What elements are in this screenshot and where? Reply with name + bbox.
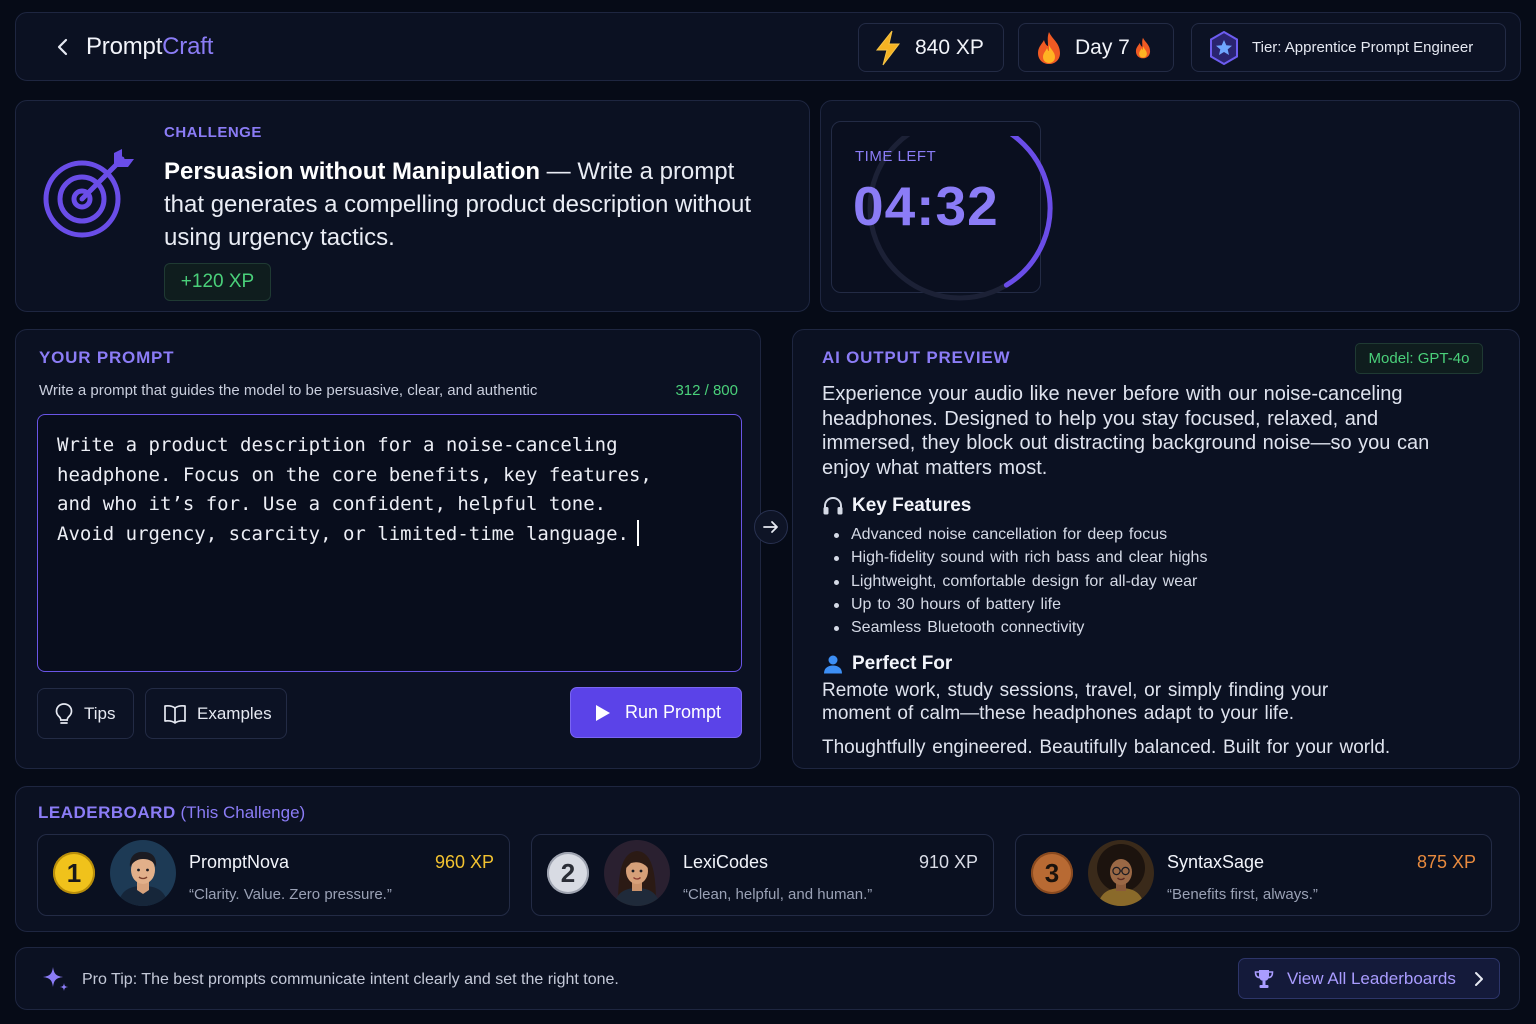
prompt-text: Write a product description for a noise-… — [57, 434, 652, 545]
timer-panel: TIME LEFT 04:32 — [820, 100, 1520, 312]
xp-badge: 840 XP — [858, 23, 1004, 72]
app-logo[interactable]: PromptCraft — [86, 33, 213, 61]
view-all-label: View All Leaderboards — [1287, 968, 1456, 988]
challenge-description: Persuasion without Manipulation — Write … — [164, 155, 774, 254]
rank-medal-silver: 2 — [547, 852, 589, 894]
leaderboard-entry[interactable]: 1 PromptNova “Clarity. Value. Zero press… — [37, 834, 510, 916]
leaderboard-panel: LEADERBOARD (This Challenge) 1 PromptNov… — [15, 786, 1520, 932]
streak-value: Day 7 — [1075, 35, 1130, 59]
leaderboard-quote: “Benefits first, always.” — [1167, 886, 1318, 903]
leaderboard-title-label: LEADERBOARD — [38, 803, 176, 822]
leaderboard-quote: “Clarity. Value. Zero pressure.” — [189, 886, 392, 903]
output-panel: AI OUTPUT PREVIEW Model: GPT-4o Experien… — [792, 329, 1520, 769]
fire-icon — [1035, 31, 1063, 65]
examples-button[interactable]: Examples — [145, 688, 287, 739]
tier-star-icon — [1208, 30, 1240, 65]
trophy-icon — [1253, 968, 1275, 990]
output-closing: Thoughtfully engineered. Beautifully bal… — [822, 737, 1391, 758]
run-prompt-label: Run Prompt — [625, 702, 722, 722]
back-icon[interactable] — [52, 35, 74, 59]
challenge-tag: CHALLENGE — [164, 124, 262, 141]
feature-item: Advanced noise cancellation for deep foc… — [834, 523, 1207, 546]
xp-reward-badge: +120 XP — [164, 263, 271, 301]
char-count: 312 / 800 — [675, 382, 738, 399]
examples-label: Examples — [197, 703, 272, 723]
leaderboard-xp: 875 XP — [1416, 852, 1476, 872]
perfect-for-heading-label: Perfect For — [852, 653, 953, 674]
streak-badge: Day 7 — [1018, 23, 1174, 72]
person-icon — [822, 654, 844, 674]
tier-label: Tier: Apprentice Prompt Engineer — [1252, 39, 1474, 56]
output-section-title: AI OUTPUT PREVIEW — [822, 348, 1011, 367]
headphones-icon — [822, 496, 844, 516]
prompt-panel: YOUR PROMPT Write a prompt that guides t… — [15, 329, 761, 769]
rank-medal-bronze: 3 — [1031, 852, 1073, 894]
lightning-icon — [873, 30, 903, 66]
timer-value: 04:32 — [853, 175, 999, 237]
tier-badge: Tier: Apprentice Prompt Engineer — [1191, 23, 1506, 72]
brand-name-part1: Prompt — [86, 33, 163, 60]
challenge-title: Persuasion without Manipulation — [164, 158, 541, 185]
timer-label: TIME LEFT — [855, 148, 937, 165]
lightbulb-icon — [54, 702, 74, 726]
prompt-textarea[interactable]: Write a product description for a noise-… — [37, 414, 742, 672]
perfect-for-heading: Perfect For — [822, 653, 952, 675]
prompt-hint: Write a prompt that guides the model to … — [39, 382, 538, 399]
rank-medal-gold: 1 — [53, 852, 95, 894]
features-heading: Key Features — [822, 495, 971, 517]
text-caret — [636, 519, 639, 546]
feature-item: High-fidelity sound with rich bass and c… — [834, 546, 1207, 569]
book-icon — [163, 703, 187, 725]
features-list: Advanced noise cancellation for deep foc… — [834, 523, 1207, 639]
send-arrow-button[interactable] — [754, 510, 788, 544]
avatar — [604, 840, 670, 906]
prompt-section-title: YOUR PROMPT — [39, 348, 175, 367]
sparkle-icon — [40, 964, 70, 999]
leaderboard-name: PromptNova — [189, 852, 290, 872]
pro-tip-text: Pro Tip: The best prompts communicate in… — [82, 971, 619, 988]
features-heading-label: Key Features — [852, 495, 972, 516]
leaderboard-title: LEADERBOARD (This Challenge) — [38, 803, 305, 823]
leaderboard-name: SyntaxSage — [1167, 852, 1265, 872]
feature-item: Up to 30 hours of battery life — [834, 593, 1207, 616]
pro-tip-bar: Pro Tip: The best prompts communicate in… — [15, 947, 1520, 1010]
avatar — [110, 840, 176, 906]
top-bar: PromptCraft 840 XP Day 7 Tier: Apprentic… — [15, 12, 1521, 81]
feature-item: Seamless Bluetooth connectivity — [834, 616, 1207, 639]
leaderboard-name: LexiCodes — [683, 852, 769, 872]
feature-item: Lightweight, comfortable design for all-… — [834, 570, 1207, 593]
arrow-right-icon — [762, 519, 780, 535]
play-icon — [595, 704, 611, 722]
challenge-card: CHALLENGE Persuasion without Manipulatio… — [15, 100, 810, 312]
xp-value: 840 XP — [915, 35, 984, 59]
leaderboard-xp: 910 XP — [918, 852, 978, 872]
leaderboard-entry[interactable]: 3 SyntaxSage “Benefits first, always.” 8… — [1015, 834, 1492, 916]
run-prompt-button[interactable]: Run Prompt — [570, 687, 742, 738]
avatar — [1088, 840, 1154, 906]
target-icon — [42, 147, 136, 246]
leaderboard-xp: 960 XP — [434, 852, 494, 872]
leaderboard-entry[interactable]: 2 LexiCodes “Clean, helpful, and human.”… — [531, 834, 994, 916]
view-all-leaderboards-button[interactable]: View All Leaderboards — [1238, 958, 1500, 999]
tips-button[interactable]: Tips — [37, 688, 134, 739]
leaderboard-quote: “Clean, helpful, and human.” — [683, 886, 873, 903]
chevron-right-icon — [1474, 971, 1484, 987]
output-intro: Experience your audio like never before … — [822, 383, 1430, 480]
model-badge: Model: GPT-4o — [1355, 343, 1483, 374]
fire-small-icon — [1134, 37, 1152, 59]
tips-label: Tips — [84, 703, 116, 723]
leaderboard-subtitle: (This Challenge) — [180, 803, 306, 822]
timer-box: TIME LEFT 04:32 — [831, 121, 1053, 301]
perfect-for-text: Remote work, study sessions, travel, or … — [822, 680, 1329, 724]
brand-name-part2: Craft — [162, 33, 214, 60]
